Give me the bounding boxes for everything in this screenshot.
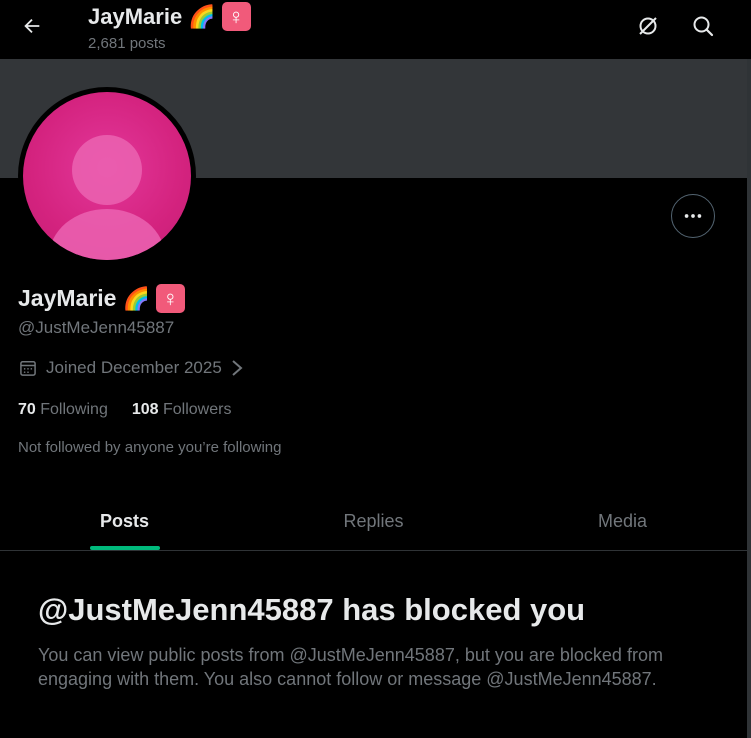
venus-emoji: ♀ [221, 2, 251, 31]
active-tab-indicator [89, 546, 160, 550]
not-followed-note: Not followed by anyone you’re following [18, 439, 282, 456]
profile-handle: @JustMeJenn45887 [18, 318, 175, 337]
calendar-icon [20, 361, 36, 376]
follow-stats: 70 Following 108 Followers [18, 401, 231, 419]
tab-label: Posts [99, 511, 150, 531]
grok-icon [639, 17, 657, 35]
avatar-frame[interactable] [18, 87, 196, 265]
joined-text: Joined December 2025 [46, 358, 222, 377]
followers-link[interactable]: 108 Followers [132, 401, 232, 419]
column-border [747, 59, 751, 738]
profile-name-text: JayMarie [18, 285, 117, 311]
posts-count: 2,681 posts [88, 35, 166, 52]
tab-label: Replies [343, 511, 404, 531]
top-bar: JayMarie 🌈 ♀ 2,681 posts [0, 0, 747, 59]
following-label: Following [40, 401, 108, 418]
more-button[interactable] [671, 194, 715, 238]
grok-button[interactable] [630, 8, 666, 44]
rainbow-emoji: 🌈 [122, 285, 150, 311]
joined-date[interactable]: Joined December 2025 [18, 358, 244, 378]
followers-label: Followers [163, 401, 232, 418]
more-icon [684, 214, 702, 218]
chevron-right-icon [232, 360, 243, 376]
back-arrow-icon [24, 18, 40, 34]
following-link[interactable]: 70 Following [18, 401, 108, 419]
profile-name: JayMarie 🌈 ♀ [18, 284, 185, 313]
tab-replies[interactable]: Replies [249, 493, 498, 550]
tab-posts[interactable]: Posts [0, 493, 249, 550]
blocked-message: You can view public posts from @JustMeJe… [38, 645, 663, 689]
header-title: JayMarie 🌈 ♀ [88, 2, 251, 31]
profile-tabs: Posts Replies Media [0, 493, 747, 551]
header-name: JayMarie [88, 3, 183, 29]
following-count: 70 [18, 401, 36, 418]
default-user-icon [49, 135, 165, 260]
rainbow-emoji: 🌈 [188, 3, 216, 29]
search-icon [693, 16, 714, 37]
search-button[interactable] [685, 8, 721, 44]
followers-count: 108 [131, 401, 159, 418]
tab-media[interactable]: Media [498, 493, 747, 550]
back-button[interactable] [16, 10, 48, 42]
venus-emoji: ♀ [155, 284, 185, 313]
avatar [23, 92, 191, 260]
tab-label: Media [597, 511, 648, 531]
blocked-title: @JustMeJenn45887 has blocked you [38, 592, 586, 627]
